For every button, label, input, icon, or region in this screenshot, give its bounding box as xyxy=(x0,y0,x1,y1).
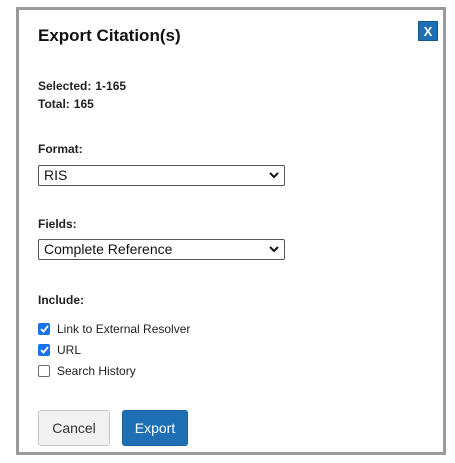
format-select-value: RIS xyxy=(44,167,68,183)
link-resolver-checkbox[interactable] xyxy=(38,323,50,335)
selected-label: Selected: xyxy=(38,79,92,93)
format-select[interactable]: RIS xyxy=(38,165,285,186)
export-citation-dialog: Export Citation(s) X Selected: 1-165 Tota… xyxy=(16,7,446,455)
selected-value: 1-165 xyxy=(95,79,127,93)
search-history-label: Search History xyxy=(57,364,136,378)
chevron-down-icon xyxy=(268,240,280,259)
total-value: 165 xyxy=(73,97,94,111)
fields-label: Fields: xyxy=(38,217,77,231)
link-resolver-label: Link to External Resolver xyxy=(57,322,191,336)
total-label: Total: xyxy=(38,97,70,111)
fields-select[interactable]: Complete Reference xyxy=(38,239,285,260)
checkmark-icon xyxy=(39,325,49,333)
checkmark-icon xyxy=(39,346,49,354)
format-label: Format: xyxy=(38,142,83,156)
include-search-history[interactable]: Search History xyxy=(38,363,136,379)
include-url[interactable]: URL xyxy=(38,342,81,358)
cancel-button[interactable]: Cancel xyxy=(38,410,110,446)
selected-info: Selected: 1-165 xyxy=(38,79,126,93)
close-button[interactable]: X xyxy=(418,21,438,41)
total-info: Total: 165 xyxy=(38,97,94,111)
include-label: Include: xyxy=(38,293,85,307)
export-button[interactable]: Export xyxy=(122,410,188,446)
fields-select-value: Complete Reference xyxy=(44,241,173,257)
search-history-checkbox[interactable] xyxy=(38,365,50,377)
include-link-to-external-resolver[interactable]: Link to External Resolver xyxy=(38,321,190,337)
url-label: URL xyxy=(57,343,82,357)
chevron-down-icon xyxy=(268,166,280,185)
url-checkbox[interactable] xyxy=(38,344,50,356)
dialog-title: Export Citation(s) xyxy=(38,26,181,45)
